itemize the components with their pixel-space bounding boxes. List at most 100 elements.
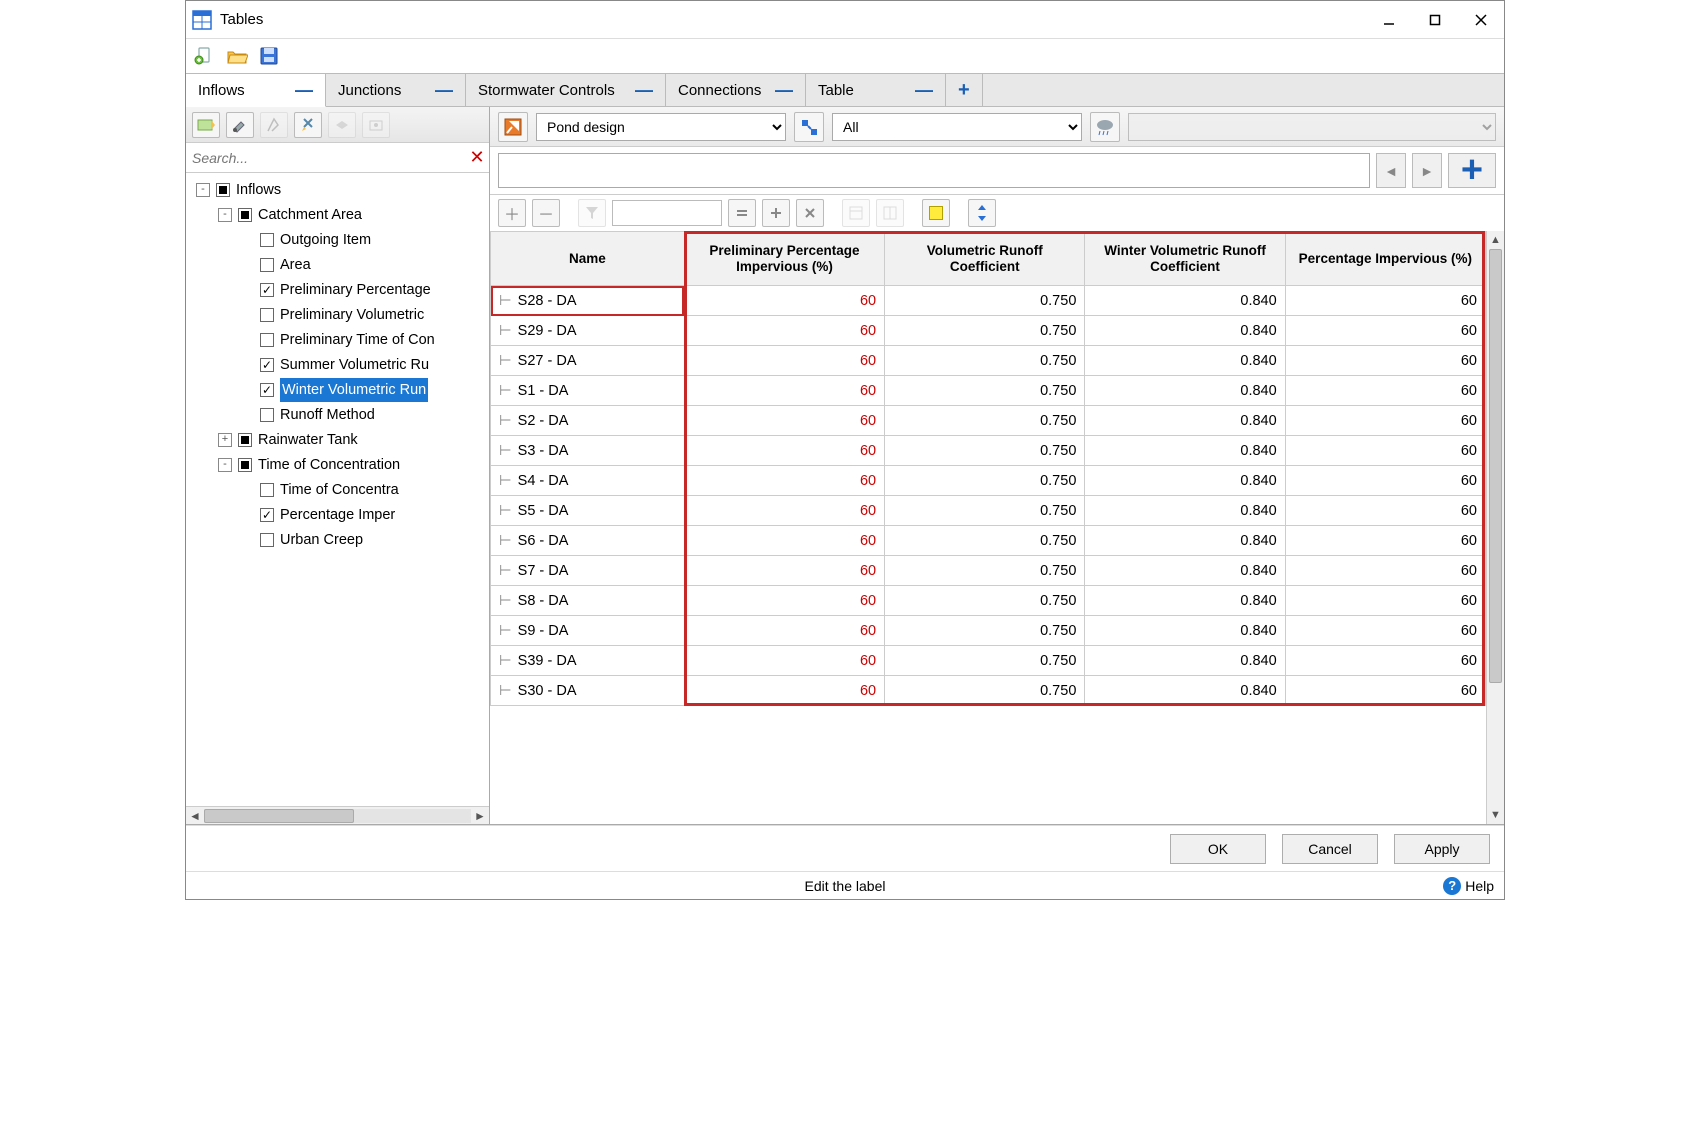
property-tree[interactable]: -Inflows-Catchment AreaOutgoing ItemArea… [186,173,489,806]
tab-close-icon[interactable]: — [295,81,313,99]
search-clear-icon[interactable]: ✕ [465,146,489,170]
cell-value[interactable]: 0.750 [885,406,1085,436]
cell-name[interactable]: ⊢ S5 - DA [491,496,685,526]
collapse-icon[interactable]: - [218,458,232,472]
checkbox[interactable] [260,233,274,247]
cell-value[interactable]: 60 [684,616,884,646]
checkbox[interactable] [238,458,252,472]
grid-plus-button[interactable] [762,199,790,227]
checkbox[interactable] [260,308,274,322]
cell-value[interactable]: 0.840 [1085,496,1285,526]
cancel-button[interactable]: Cancel [1282,834,1378,864]
scroll-down-icon[interactable]: ▼ [1487,806,1504,824]
cell-value[interactable]: 0.750 [885,286,1085,316]
grid-delete-button[interactable] [796,199,824,227]
cell-name[interactable]: ⊢ S30 - DA [491,676,685,706]
cell-value[interactable]: 60 [1285,346,1485,376]
table-row[interactable]: ⊢ S29 - DA600.7500.84060 [491,316,1486,346]
cell-value[interactable]: 0.750 [885,586,1085,616]
grid-highlight-button[interactable] [922,199,950,227]
checkbox[interactable] [260,383,274,397]
network-button[interactable] [794,112,824,142]
tree-item[interactable]: -Time of Concentration [186,452,489,477]
cell-name[interactable]: ⊢ S7 - DA [491,556,685,586]
cell-value[interactable]: 0.840 [1085,406,1285,436]
tab-add-button[interactable]: + [946,74,983,106]
cell-name[interactable]: ⊢ S27 - DA [491,346,685,376]
tree-item[interactable]: Preliminary Percentage [186,277,489,302]
save-icon[interactable] [258,45,280,67]
prev-button[interactable]: ◄ [1376,153,1406,188]
checkbox[interactable] [260,258,274,272]
tab-connections[interactable]: Connections — [666,74,806,106]
cell-value[interactable]: 60 [684,466,884,496]
tab-close-icon[interactable]: — [915,81,933,99]
close-button[interactable] [1458,1,1504,39]
cell-value[interactable]: 0.840 [1085,286,1285,316]
cell-value[interactable]: 60 [1285,436,1485,466]
cell-value[interactable]: 0.750 [885,496,1085,526]
ok-button[interactable]: OK [1170,834,1266,864]
table-row[interactable]: ⊢ S30 - DA600.7500.84060 [491,676,1486,706]
cell-value[interactable]: 60 [684,436,884,466]
cell-value[interactable]: 0.750 [885,316,1085,346]
grid-sort-button[interactable] [968,199,996,227]
checkbox[interactable] [260,408,274,422]
scroll-right-icon[interactable]: ► [471,807,489,825]
tree-item[interactable]: Percentage Imper [186,502,489,527]
plan-picker-button[interactable] [498,112,528,142]
table-row[interactable]: ⊢ S4 - DA600.7500.84060 [491,466,1486,496]
tree-item[interactable]: -Catchment Area [186,202,489,227]
new-file-icon[interactable] [194,45,216,67]
help-link[interactable]: ? Help [1443,877,1494,895]
open-folder-icon[interactable] [226,45,248,67]
table-row[interactable]: ⊢ S8 - DA600.7500.84060 [491,586,1486,616]
cell-value[interactable]: 60 [684,586,884,616]
table-row[interactable]: ⊢ S39 - DA600.7500.84060 [491,646,1486,676]
cell-value[interactable]: 0.750 [885,376,1085,406]
tab-close-icon[interactable]: — [435,81,453,99]
checkbox[interactable] [238,433,252,447]
tree-item[interactable]: Preliminary Time of Con [186,327,489,352]
add-column-button[interactable]: + [1448,153,1496,188]
sidebar-hscrollbar[interactable]: ◄ ► [186,806,489,824]
cell-name[interactable]: ⊢ S1 - DA [491,376,685,406]
tree-item[interactable]: Runoff Method [186,402,489,427]
grid-filter-button[interactable] [578,199,606,227]
tree-item[interactable]: Area [186,252,489,277]
cell-name[interactable]: ⊢ S4 - DA [491,466,685,496]
table-row[interactable]: ⊢ S27 - DA600.7500.84060 [491,346,1486,376]
cell-value[interactable]: 60 [684,646,884,676]
column-header[interactable]: Preliminary Percentage Impervious (%) [684,232,884,286]
cell-value[interactable]: 0.840 [1085,316,1285,346]
column-header[interactable]: Winter Volumetric Runoff Coefficient [1085,232,1285,286]
cell-value[interactable]: 60 [1285,526,1485,556]
column-header[interactable]: Percentage Impervious (%) [1285,232,1485,286]
table-row[interactable]: ⊢ S28 - DA600.7500.84060 [491,286,1486,316]
rain-button[interactable] [1090,112,1120,142]
cell-name[interactable]: ⊢ S28 - DA [491,286,685,316]
cell-value[interactable]: 0.750 [885,646,1085,676]
cell-value[interactable]: 60 [684,286,884,316]
formula-input[interactable] [498,153,1370,188]
table-row[interactable]: ⊢ S9 - DA600.7500.84060 [491,616,1486,646]
plan-dropdown[interactable]: Pond design [536,113,786,141]
cell-value[interactable]: 60 [684,556,884,586]
cell-value[interactable]: 0.840 [1085,556,1285,586]
cell-value[interactable]: 60 [1285,406,1485,436]
cell-value[interactable]: 60 [1285,676,1485,706]
checkbox[interactable] [238,208,252,222]
cell-value[interactable]: 60 [684,316,884,346]
search-input[interactable] [186,146,465,170]
checkbox[interactable] [260,333,274,347]
cell-value[interactable]: 0.750 [885,676,1085,706]
scroll-up-icon[interactable]: ▲ [1487,231,1504,249]
apply-button[interactable]: Apply [1394,834,1490,864]
table-row[interactable]: ⊢ S5 - DA600.7500.84060 [491,496,1486,526]
column-header[interactable]: Volumetric Runoff Coefficient [885,232,1085,286]
checkbox[interactable] [260,358,274,372]
grid-equals-button[interactable] [728,199,756,227]
grid-table2-button[interactable] [876,199,904,227]
tab-close-icon[interactable]: — [775,81,793,99]
cell-value[interactable]: 0.840 [1085,466,1285,496]
